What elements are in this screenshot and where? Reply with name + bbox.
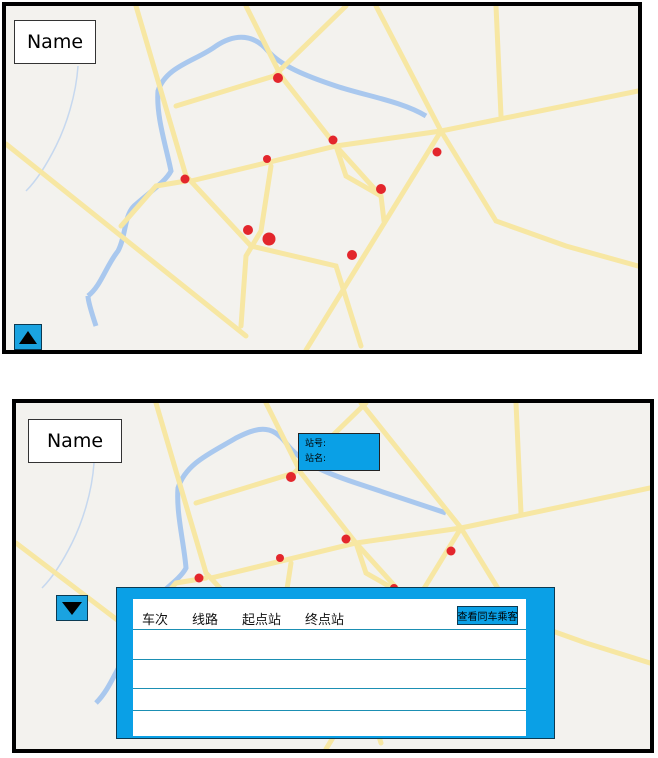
station-markers[interactable]	[180, 73, 442, 260]
station-name-label: 站名:	[305, 454, 327, 464]
view-fellow-passengers-button[interactable]: 查看同车乘客	[457, 606, 518, 625]
station-marker[interactable]	[276, 554, 284, 562]
header-end-station: 终点站	[305, 613, 345, 628]
table-header: 车次 线路 起点站 终点站 查看同车乘客	[133, 599, 526, 630]
table-row[interactable]	[133, 710, 526, 711]
trip-table: 车次 线路 起点站 终点站 查看同车乘客	[133, 599, 526, 736]
river-thin	[25, 65, 79, 192]
header-route: 线路	[192, 613, 219, 628]
name-label: Name	[28, 419, 122, 463]
table-row[interactable]	[133, 659, 526, 660]
station-marker[interactable]	[273, 73, 283, 83]
station-number-label: 站号:	[305, 439, 327, 449]
collapse-panel-button[interactable]	[56, 595, 88, 621]
triangle-down-icon	[62, 602, 82, 615]
trip-table-popup: 车次 线路 起点站 终点站 查看同车乘客	[116, 587, 555, 739]
map-panel-top[interactable]: Name	[2, 2, 642, 354]
station-marker[interactable]	[286, 472, 296, 482]
map-canvas[interactable]	[6, 6, 638, 350]
table-row[interactable]	[133, 688, 526, 689]
station-marker[interactable]	[432, 147, 442, 157]
station-marker[interactable]	[446, 546, 456, 556]
road-network	[6, 6, 638, 350]
triangle-up-icon	[19, 331, 37, 344]
header-train-number: 车次	[142, 613, 169, 628]
station-marker[interactable]	[341, 534, 351, 544]
station-marker[interactable]	[376, 184, 386, 194]
river-low	[85, 295, 99, 327]
station-marker[interactable]	[243, 225, 253, 235]
name-label: Name	[14, 20, 96, 64]
station-tooltip: 站号: 站名:	[298, 433, 380, 471]
station-marker[interactable]	[262, 232, 276, 246]
station-marker[interactable]	[263, 155, 271, 163]
map-panel-bottom[interactable]: Name 站号: 站名: 车次 线路 起点站 终点站 查看同车乘客	[12, 399, 654, 753]
header-start-station: 起点站	[242, 613, 282, 628]
station-marker[interactable]	[194, 573, 204, 583]
expand-panel-button[interactable]	[14, 324, 42, 350]
station-marker[interactable]	[347, 250, 357, 260]
station-marker[interactable]	[180, 174, 190, 184]
station-marker[interactable]	[328, 135, 338, 145]
